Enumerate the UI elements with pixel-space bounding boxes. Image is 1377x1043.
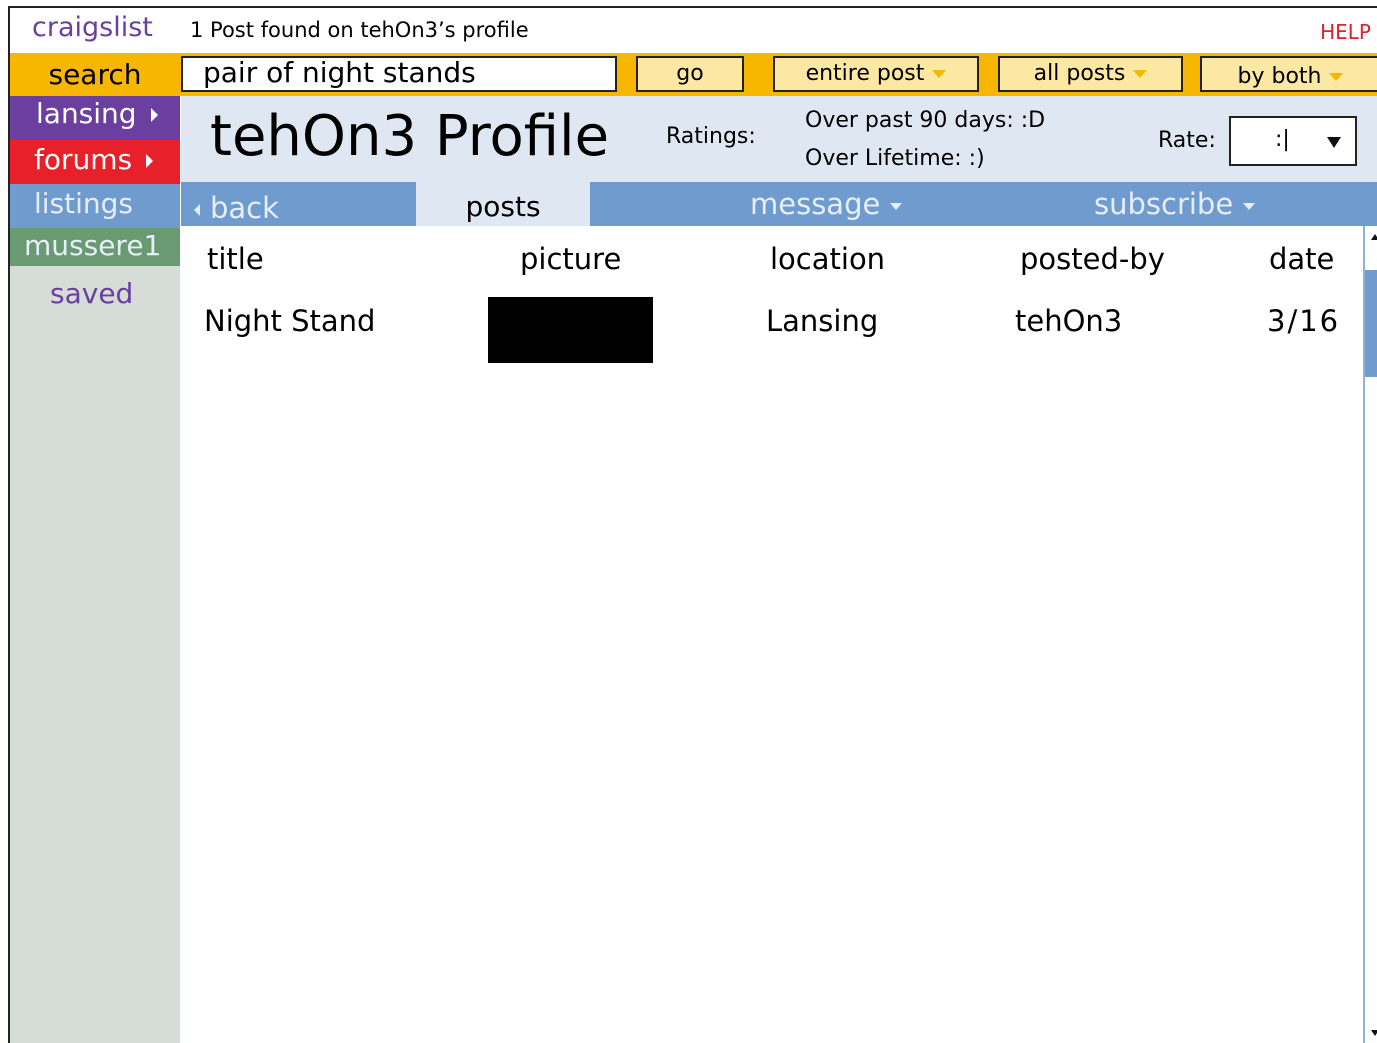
sidebar-item-label: forums [34,143,133,176]
tab-back-label: back [210,191,279,225]
tab-back[interactable]: back [194,186,279,230]
post-date: 3/16 [1267,304,1341,338]
tab-message[interactable]: message [750,182,903,226]
go-button-label: go [676,61,704,86]
chevron-right-icon [150,108,158,122]
posts-filter-dropdown[interactable]: all posts [998,56,1183,92]
chevron-down-icon [932,70,947,78]
app-window: craigslist 1 Post found on tehOn3’s prof… [8,6,1377,1043]
by-filter-label: by both [1237,64,1322,89]
post-title-link[interactable]: Night Stand [204,304,375,338]
column-header-posted-by[interactable]: posted-by [1020,242,1165,276]
results-count-text: 1 Post found on tehOn3’s profile [190,18,529,42]
search-label: search [48,58,142,91]
sidebar-item-label: listings [34,187,134,220]
results-panel [181,226,1363,1043]
chevron-left-icon [194,204,200,216]
ratings-label: Ratings: [666,124,756,149]
scroll-down-icon[interactable] [1371,1030,1377,1036]
search-input[interactable]: pair of night stands [181,56,617,92]
scope-dropdown-label: entire post [805,61,925,86]
chevron-down-icon [1329,73,1344,81]
post-author-link[interactable]: tehOn3 [1015,304,1122,338]
tab-subscribe-label: subscribe [1094,187,1234,221]
rate-select[interactable]: :| [1229,116,1357,166]
sidebar-item-label: saved [50,277,134,310]
sidebar-item-label: lansing [36,97,137,130]
sidebar-item-listings[interactable]: listings [10,184,180,228]
sidebar-item-label: mussere1 [24,229,162,262]
craigslist-logo[interactable]: craigslist [32,12,153,43]
rating-lifetime: Over Lifetime: :) [805,146,985,171]
chevron-down-icon [1133,70,1148,78]
chevron-down-icon [890,202,903,210]
dropdown-arrow-icon [1327,137,1341,148]
by-filter-dropdown[interactable]: by both [1200,56,1377,92]
rate-select-value: :| [1275,127,1290,152]
scope-dropdown[interactable]: entire post [773,56,979,92]
column-header-location[interactable]: location [770,242,885,276]
rating-90-days: Over past 90 days: :D [805,108,1046,133]
tab-message-label: message [750,187,881,221]
sidebar-item-lansing[interactable]: lansing [10,96,180,140]
posts-filter-label: all posts [1033,61,1126,86]
post-location: Lansing [766,304,879,338]
tab-posts[interactable]: posts [416,182,590,226]
post-thumbnail[interactable] [488,297,653,363]
chevron-right-icon [146,154,154,168]
tab-posts-label: posts [465,190,541,223]
column-header-date[interactable]: date [1269,242,1334,276]
sidebar-item-forums[interactable]: forums [10,140,180,184]
column-header-title[interactable]: title [207,242,264,276]
help-link[interactable]: HELP [1320,20,1371,44]
sidebar-item-user[interactable]: mussere1 [10,228,180,266]
scroll-up-icon[interactable] [1371,234,1377,240]
column-header-picture[interactable]: picture [520,242,621,276]
scrollbar-thumb[interactable] [1365,270,1377,377]
go-button[interactable]: go [636,56,744,92]
tab-subscribe[interactable]: subscribe [1094,182,1256,226]
sidebar-item-saved[interactable]: saved [10,274,180,318]
rate-label: Rate: [1158,128,1216,153]
chevron-down-icon [1243,202,1256,210]
page-title: tehOn3 Profile [210,104,610,169]
